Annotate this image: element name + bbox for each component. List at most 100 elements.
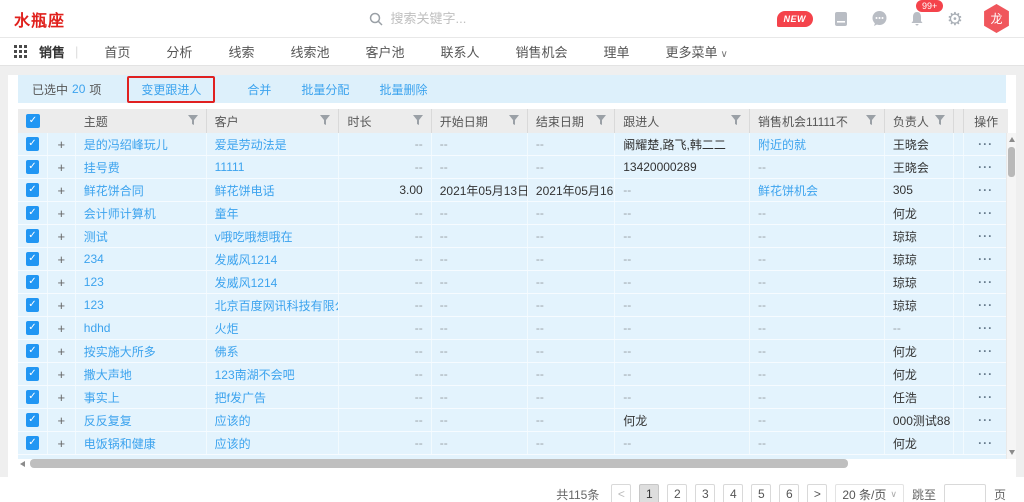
cell-subject-link[interactable]: 234 [76, 248, 207, 270]
more-menu-dropdown[interactable]: 更多菜单 [654, 42, 728, 61]
row-checkbox[interactable] [26, 413, 39, 427]
cell-opportunity-link[interactable]: -- [750, 271, 885, 293]
table-row[interactable]: 234 发威风1214 -- -- -- -- -- 琼琼 [18, 248, 1008, 271]
row-checkbox[interactable] [26, 160, 39, 174]
cell-opportunity-link[interactable]: -- [750, 432, 885, 454]
row-expand-button[interactable] [58, 321, 66, 336]
cell-opportunity-link[interactable]: -- [750, 156, 885, 178]
row-expand-button[interactable] [58, 390, 66, 405]
cell-customer-link[interactable]: 发威风1214 [207, 248, 340, 270]
cell-subject-link[interactable]: 撒大声地 [76, 363, 207, 385]
search-input[interactable] [391, 11, 561, 26]
filter-funnel-icon[interactable] [731, 114, 741, 128]
cell-opportunity-link[interactable]: -- [750, 317, 885, 339]
cell-customer-link[interactable]: 火炬 [207, 317, 340, 339]
row-expand-button[interactable] [58, 252, 66, 267]
cell-customer-link[interactable]: 童年 [207, 202, 340, 224]
merge-button[interactable]: 合并 [247, 81, 271, 98]
row-checkbox[interactable] [26, 229, 39, 243]
table-row[interactable]: 鲜花饼合同 鲜花饼电话 3.00 2021年05月13日 2021年05月16日… [18, 179, 1008, 202]
nav-tab[interactable]: 客户池 [353, 42, 428, 61]
row-checkbox[interactable] [26, 298, 39, 312]
table-row[interactable]: 挂号费 11111 -- -- -- 13420000289 -- 王晓会 [18, 156, 1008, 179]
cell-subject-link[interactable]: 123 [76, 294, 207, 316]
cell-opportunity-link[interactable]: -- [750, 409, 885, 431]
row-checkbox[interactable] [26, 252, 39, 266]
chat-icon[interactable] [869, 9, 889, 29]
row-expand-button[interactable] [58, 229, 66, 244]
cell-customer-link[interactable]: 鲜花饼电话 [207, 179, 340, 201]
cell-opportunity-link[interactable]: -- [750, 340, 885, 362]
nav-tab[interactable]: 联系人 [428, 42, 503, 61]
row-expand-button[interactable] [58, 413, 66, 428]
row-checkbox[interactable] [26, 137, 39, 151]
cell-subject-link[interactable]: 会计师计算机 [76, 202, 207, 224]
cell-opportunity-link[interactable]: -- [750, 225, 885, 247]
filter-funnel-icon[interactable] [320, 114, 330, 128]
table-row[interactable]: 电饭锅和健康 应该的 -- -- -- -- -- 何龙 [18, 432, 1008, 455]
page-button[interactable]: 5 [751, 484, 771, 502]
scroll-left-arrow[interactable] [20, 461, 25, 467]
row-actions-ellipsis-button[interactable] [978, 275, 993, 289]
page-button[interactable]: 3 [695, 484, 715, 502]
table-row[interactable]: 测试 v哦吃哦想哦在 -- -- -- -- -- 琼琼 [18, 225, 1008, 248]
row-actions-ellipsis-button[interactable] [978, 344, 993, 358]
app-grid-icon[interactable] [14, 45, 27, 58]
table-row[interactable]: 按实施大所多 佛系 -- -- -- -- -- 何龙 [18, 340, 1008, 363]
table-row[interactable]: 123 北京百度网讯科技有限公司 -- -- -- -- -- 琼琼 [18, 294, 1008, 317]
row-actions-ellipsis-button[interactable] [978, 298, 993, 312]
row-actions-ellipsis-button[interactable] [978, 206, 993, 220]
row-actions-ellipsis-button[interactable] [978, 137, 993, 151]
cell-subject-link[interactable]: 挂号费 [76, 156, 207, 178]
row-actions-ellipsis-button[interactable] [978, 160, 993, 174]
row-actions-ellipsis-button[interactable] [978, 321, 993, 335]
row-expand-button[interactable] [58, 160, 66, 175]
row-checkbox[interactable] [26, 367, 39, 381]
table-row[interactable]: 撒大声地 123南湖不会吧 -- -- -- -- -- 何龙 [18, 363, 1008, 386]
cell-subject-link[interactable]: 鲜花饼合同 [76, 179, 207, 201]
row-expand-button[interactable] [58, 206, 66, 221]
nav-tab[interactable]: 线索 [216, 42, 278, 61]
row-checkbox[interactable] [26, 344, 39, 358]
table-row[interactable]: 是的冯绍峰玩儿 爱是劳动法是 -- -- -- 阚耀楚,路飞,韩二二 附近的就 … [18, 133, 1008, 156]
settings-gear-icon[interactable]: ⚙ [945, 9, 965, 29]
nav-tab[interactable]: 首页 [92, 42, 154, 61]
horizontal-scrollbar[interactable] [18, 459, 1008, 469]
horizontal-scroll-thumb[interactable] [30, 459, 848, 468]
row-checkbox[interactable] [26, 436, 39, 450]
cell-customer-link[interactable]: 佛系 [207, 340, 340, 362]
row-expand-button[interactable] [58, 275, 66, 290]
cell-subject-link[interactable]: 反反复复 [76, 409, 207, 431]
cell-opportunity-link[interactable]: -- [750, 248, 885, 270]
filter-funnel-icon[interactable] [509, 114, 519, 128]
row-actions-ellipsis-button[interactable] [978, 367, 993, 381]
cell-subject-link[interactable]: 123 [76, 271, 207, 293]
bulk-assign-button[interactable]: 批量分配 [301, 81, 349, 98]
nav-tab[interactable]: 理单 [592, 42, 654, 61]
page-button[interactable]: 2 [667, 484, 687, 502]
table-row[interactable]: 反反复复 应该的 -- -- -- 何龙 -- 000测试88 [18, 409, 1008, 432]
row-expand-button[interactable] [58, 137, 66, 152]
cell-subject-link[interactable]: 测试 [76, 225, 207, 247]
cell-customer-link[interactable]: 把f发广告 [207, 386, 340, 408]
cell-subject-link[interactable]: 按实施大所多 [76, 340, 207, 362]
cell-customer-link[interactable]: 北京百度网讯科技有限公司 [207, 294, 340, 316]
cell-customer-link[interactable]: 应该的 [207, 432, 340, 454]
select-all-checkbox[interactable] [26, 114, 40, 128]
notebook-icon[interactable] [831, 9, 851, 29]
nav-tab[interactable]: 线索池 [278, 42, 353, 61]
cell-customer-link[interactable]: 应该的 [207, 409, 340, 431]
page-button[interactable]: 4 [723, 484, 743, 502]
filter-funnel-icon[interactable] [188, 114, 198, 128]
scroll-down-arrow[interactable] [1009, 450, 1015, 455]
jump-page-input[interactable] [944, 484, 986, 502]
prev-page-button[interactable] [611, 484, 631, 502]
row-checkbox[interactable] [26, 321, 39, 335]
row-expand-button[interactable] [58, 298, 66, 313]
table-row[interactable]: 123 发威风1214 -- -- -- -- -- 琼琼 [18, 271, 1008, 294]
cell-customer-link[interactable]: 11111 [207, 156, 340, 178]
app-name[interactable]: 销售 [39, 42, 65, 61]
filter-funnel-icon[interactable] [866, 114, 876, 128]
filter-funnel-icon[interactable] [413, 114, 423, 128]
row-expand-button[interactable] [58, 344, 66, 359]
